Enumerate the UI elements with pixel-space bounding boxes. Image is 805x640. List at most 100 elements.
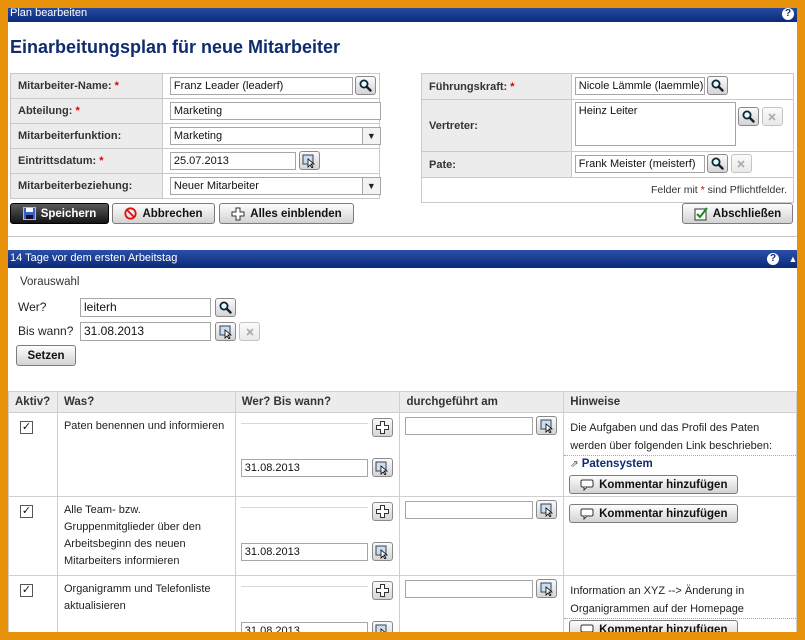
who-input[interactable]: leiterh <box>80 298 211 317</box>
done-date-input[interactable] <box>405 501 534 519</box>
prohibited-icon <box>124 207 138 220</box>
magnifier-icon <box>359 79 372 92</box>
cancel-button[interactable]: Abbrechen <box>112 203 215 224</box>
form-row-required-note: Felder mit * sind Pflichtfelder. <box>421 177 794 203</box>
form-label: Führungskraft: * <box>421 73 572 100</box>
employee-search-button[interactable] <box>354 76 376 95</box>
hint-text: Die Aufgaben und das Profil des Paten we… <box>564 413 796 456</box>
save-button[interactable]: Speichern <box>10 203 109 224</box>
section-divider <box>8 236 797 237</box>
who-search-button[interactable] <box>215 298 236 317</box>
mentor-search-button[interactable] <box>706 154 728 173</box>
until-date-input[interactable]: 31.08.2013 <box>80 322 211 341</box>
active-checkbox[interactable]: ✓ <box>20 505 33 518</box>
manager-input[interactable]: Nicole Lämmle (laemmle) <box>574 77 705 95</box>
mentor-input[interactable]: Frank Meister (meisterf) <box>574 155 705 173</box>
due-date-picker-button[interactable] <box>371 458 393 477</box>
active-checkbox[interactable]: ✓ <box>20 584 33 597</box>
until-date-clear-button[interactable] <box>239 322 260 341</box>
column-header: Hinweise <box>563 391 797 413</box>
magnifier-icon <box>219 301 232 314</box>
magnifier-icon <box>711 157 724 170</box>
form-label: Pate: <box>421 151 572 178</box>
relationship-select[interactable]: Neuer Mitarbeiter ▼ <box>169 177 381 195</box>
manager-form: Führungskraft: * Nicole Lämmle (laemmle)… <box>421 73 795 203</box>
start-date-input[interactable]: 25.07.2013 <box>169 152 296 170</box>
until-label: Bis wann? <box>18 324 74 338</box>
finish-button[interactable]: Abschließen <box>682 203 793 224</box>
column-header: Aktiv? <box>8 391 58 413</box>
manager-search-button[interactable] <box>706 76 728 95</box>
checkbox-checked-icon <box>694 206 708 220</box>
start-date-picker-button[interactable] <box>298 151 320 170</box>
calendar-icon <box>540 419 554 433</box>
panel-title: Plan bearbeiten <box>10 8 88 19</box>
due-date-input[interactable]: 31.08.2013 <box>240 543 368 561</box>
department-input[interactable]: Marketing <box>169 102 381 120</box>
patensystem-link[interactable]: Patensystem <box>582 458 653 470</box>
floppy-disk-icon <box>22 207 36 220</box>
add-assignee-button[interactable] <box>371 418 393 437</box>
close-icon <box>768 112 776 121</box>
who-label: Wer? <box>18 300 47 314</box>
done-date-picker-button[interactable] <box>536 579 558 598</box>
table-header-row: Aktiv? Was? Wer? Bis wann? durchgeführt … <box>8 391 797 413</box>
set-button[interactable]: Setzen <box>16 345 76 366</box>
mentor-clear-button[interactable] <box>730 154 752 173</box>
form-row-start-date: Eintrittsdatum: * 25.07.2013 <box>10 148 381 174</box>
chevron-down-icon: ▼ <box>361 128 380 144</box>
calendar-icon <box>375 461 389 475</box>
employee-form: Mitarbeiter-Name: * Franz Leader (leader… <box>10 73 381 199</box>
tasks-table: Aktiv? Was? Wer? Bis wann? durchgeführt … <box>8 391 797 632</box>
deputy-clear-button[interactable] <box>761 107 783 126</box>
until-date-picker-button[interactable] <box>215 322 236 341</box>
calendar-icon <box>540 503 554 517</box>
assignee-list-line <box>240 507 368 508</box>
required-note: Felder mit * sind Pflichtfelder. <box>421 177 794 203</box>
collapse-icon[interactable]: ▲ <box>787 253 797 265</box>
help-icon[interactable]: ? <box>782 8 794 20</box>
form-row-deputy: Vertreter: Heinz Leiter <box>421 99 795 152</box>
column-header: durchgeführt am <box>399 391 565 413</box>
panel-title-bar: Plan bearbeiten ? <box>8 8 797 22</box>
form-label: Mitarbeiterbeziehung: <box>10 173 163 199</box>
form-row-mentor: Pate: Frank Meister (meisterf) <box>421 151 795 178</box>
speech-bubble-icon <box>580 508 594 520</box>
magnifier-icon <box>742 110 755 123</box>
add-comment-button[interactable]: Kommentar hinzufügen <box>569 504 739 523</box>
deputy-list[interactable]: Heinz Leiter <box>574 102 736 146</box>
section-title-bar: 14 Tage vor dem ersten Arbeitstag ? ▲ <box>8 250 797 268</box>
close-icon <box>737 159 745 168</box>
magnifier-icon <box>711 79 724 92</box>
table-row: ✓ Alle Team- bzw. Gruppenmitglieder über… <box>8 496 797 576</box>
add-comment-button[interactable]: Kommentar hinzufügen <box>569 475 739 494</box>
done-date-input[interactable] <box>405 417 534 435</box>
form-row-department: Abteilung: * Marketing <box>10 98 381 124</box>
page-title: Einarbeitungsplan für neue Mitarbeiter <box>10 37 341 57</box>
done-date-input[interactable] <box>405 580 534 598</box>
add-assignee-button[interactable] <box>371 581 393 600</box>
plus-icon <box>375 421 389 434</box>
active-checkbox[interactable]: ✓ <box>20 421 33 434</box>
add-assignee-button[interactable] <box>371 502 393 521</box>
employee-name-input[interactable]: Franz Leader (leaderf) <box>169 77 353 95</box>
external-link-icon: ⇗ <box>570 459 579 470</box>
form-row-manager: Führungskraft: * Nicole Lämmle (laemmle) <box>421 73 795 100</box>
task-description: Organigramm und Telefonliste aktualisier… <box>63 583 211 612</box>
deputy-search-button[interactable] <box>737 107 759 126</box>
add-comment-button[interactable]: Kommentar hinzufügen <box>569 620 739 632</box>
due-date-picker-button[interactable] <box>371 542 393 561</box>
calendar-icon <box>540 582 554 596</box>
form-label: Abteilung: * <box>10 98 163 124</box>
done-date-picker-button[interactable] <box>536 416 558 435</box>
task-description: Alle Team- bzw. Gruppenmitglieder über d… <box>63 504 201 567</box>
due-date-input[interactable]: 31.08.2013 <box>240 459 368 477</box>
calendar-icon <box>375 545 389 559</box>
due-date-input[interactable]: 31.08.2013 <box>240 622 368 632</box>
done-date-picker-button[interactable] <box>536 500 558 519</box>
due-date-picker-button[interactable] <box>371 621 393 632</box>
help-icon[interactable]: ? <box>767 253 779 265</box>
dialog-frame: Plan bearbeiten ? Einarbeitungsplan für … <box>8 8 797 632</box>
function-select[interactable]: Marketing ▼ <box>169 127 381 145</box>
show-all-button[interactable]: Alles einblenden <box>219 203 354 224</box>
